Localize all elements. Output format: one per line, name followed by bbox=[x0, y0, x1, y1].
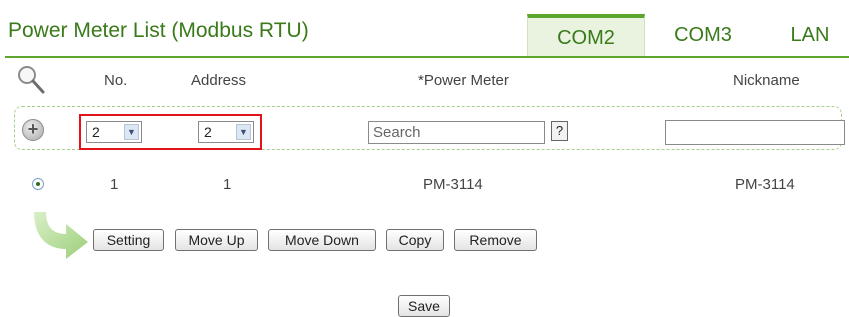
tab-lan-label: LAN bbox=[790, 24, 830, 46]
row-nickname: PM-3114 bbox=[735, 176, 795, 193]
column-header-nickname: Nickname bbox=[733, 72, 800, 89]
save-button[interactable]: Save bbox=[398, 295, 450, 317]
no-select-value: 2 bbox=[92, 124, 100, 140]
row-power-meter: PM-3114 bbox=[423, 176, 483, 193]
tab-com2-label: COM2 bbox=[557, 27, 615, 49]
page-title: Power Meter List (Modbus RTU) bbox=[8, 19, 309, 42]
move-down-button[interactable]: Move Down bbox=[268, 229, 376, 251]
search-placeholder: Search bbox=[373, 124, 421, 141]
power-meter-search-input[interactable]: Search bbox=[368, 121, 545, 144]
tab-com3-label: COM3 bbox=[674, 24, 732, 46]
row-no: 1 bbox=[110, 176, 119, 193]
magnifier-icon[interactable] bbox=[16, 64, 46, 96]
address-select-value: 2 bbox=[204, 124, 212, 140]
tab-lan[interactable]: LAN bbox=[775, 14, 845, 56]
tab-com3[interactable]: COM3 bbox=[653, 14, 753, 56]
help-button[interactable]: ? bbox=[551, 121, 568, 141]
plus-circle-icon[interactable]: + bbox=[22, 119, 44, 141]
tab-com2[interactable]: COM2 bbox=[527, 14, 645, 56]
curved-arrow-icon bbox=[34, 212, 88, 259]
nickname-input[interactable] bbox=[665, 120, 845, 145]
column-header-address: Address bbox=[191, 72, 247, 89]
copy-button[interactable]: Copy bbox=[386, 229, 444, 251]
chevron-down-icon: ▼ bbox=[236, 124, 251, 140]
move-up-button[interactable]: Move Up bbox=[175, 229, 258, 251]
row-address: 1 bbox=[223, 176, 232, 193]
chevron-down-icon: ▼ bbox=[124, 124, 139, 140]
row-radio[interactable] bbox=[32, 178, 44, 190]
address-select[interactable]: 2 ▼ bbox=[198, 121, 254, 143]
column-header-power-meter: *Power Meter bbox=[418, 72, 509, 89]
setting-button[interactable]: Setting bbox=[93, 229, 164, 251]
column-header-no: No. bbox=[104, 72, 128, 89]
remove-button[interactable]: Remove bbox=[454, 229, 537, 251]
radio-dot bbox=[36, 182, 40, 186]
tabs-underline bbox=[5, 56, 849, 58]
no-select[interactable]: 2 ▼ bbox=[86, 121, 142, 143]
